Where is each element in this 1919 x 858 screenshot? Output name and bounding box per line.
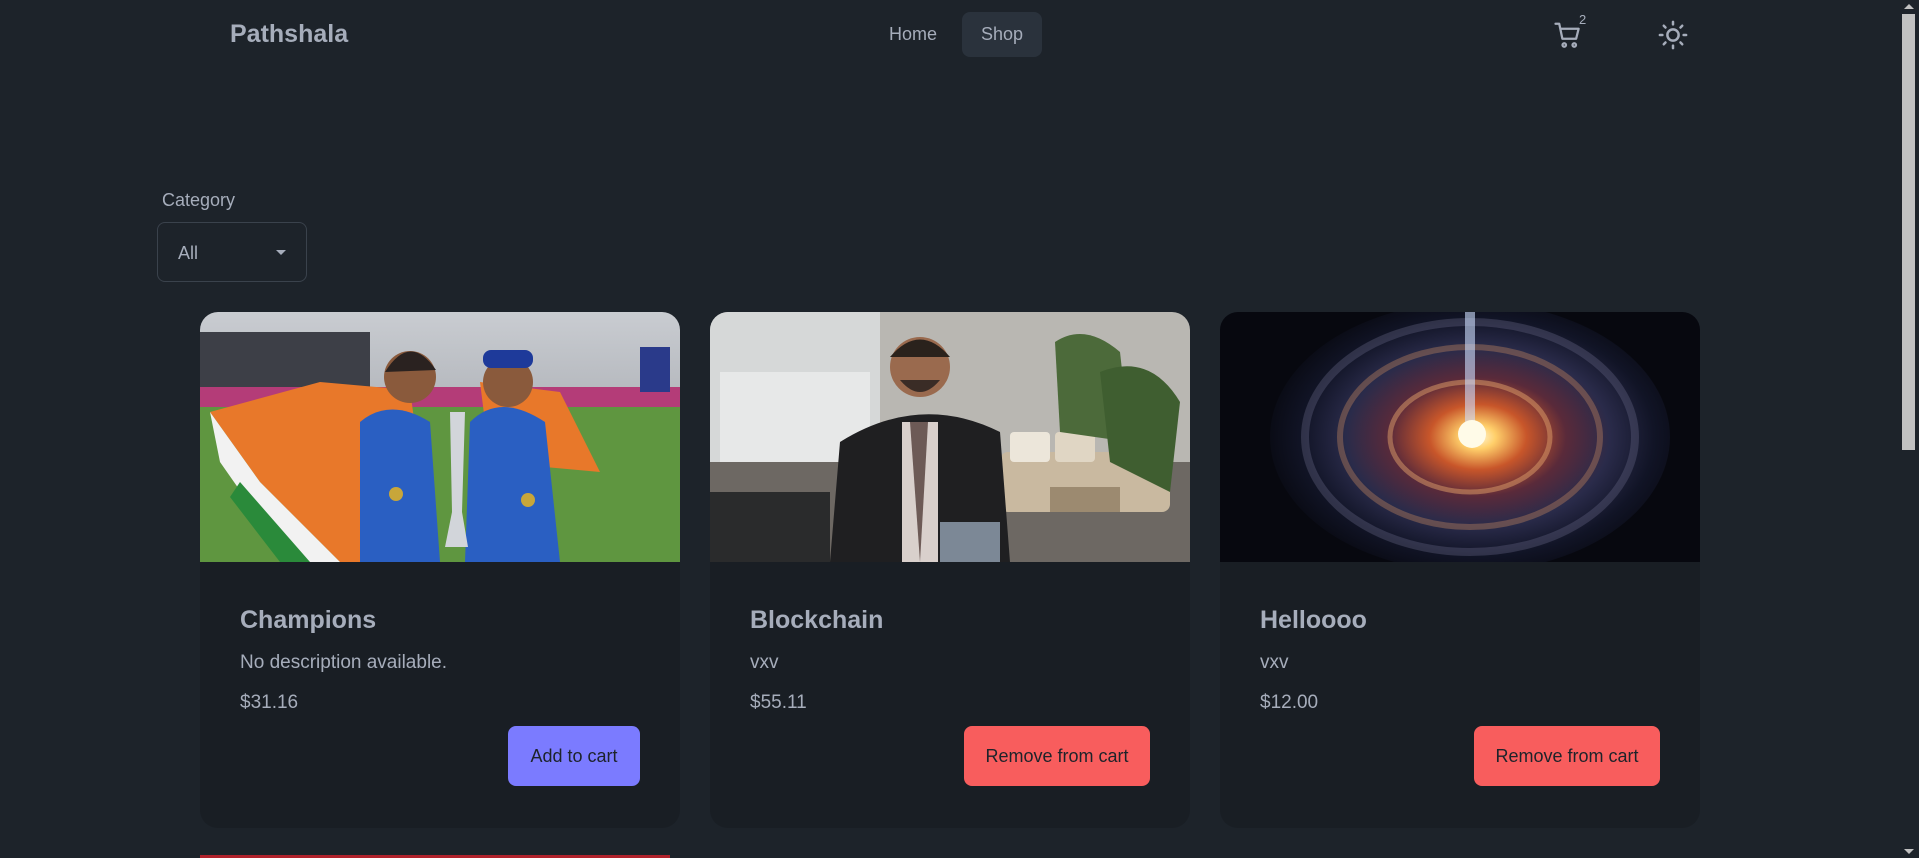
product-card: Champions No description available. $31.… xyxy=(200,312,680,828)
brand-logo[interactable]: Pathshala xyxy=(230,20,348,49)
product-title: Helloooo xyxy=(1260,606,1367,634)
remove-from-cart-button[interactable]: Remove from cart xyxy=(1474,726,1660,786)
product-description: vxv xyxy=(750,652,779,673)
product-title: Champions xyxy=(240,606,377,634)
product-image xyxy=(710,312,1190,562)
cosmic-vortex-image xyxy=(1220,312,1700,562)
page-scrollbar[interactable] xyxy=(1898,0,1919,858)
product-price: $31.16 xyxy=(240,692,299,713)
category-selected-value: All xyxy=(178,243,199,263)
product-card: Helloooo vxv $12.00 Remove from cart xyxy=(1220,312,1700,828)
cricket-champions-photo xyxy=(200,312,680,562)
theme-toggle-button[interactable] xyxy=(1658,20,1690,52)
category-select[interactable]: All xyxy=(157,222,307,282)
cart-button[interactable]: 2 xyxy=(1551,12,1591,56)
add-to-cart-button[interactable]: Add to cart xyxy=(508,726,640,786)
sun-icon xyxy=(1658,20,1688,50)
cart-count-badge: 2 xyxy=(1579,12,1587,27)
product-image xyxy=(1220,312,1700,562)
product-price: $55.11 xyxy=(750,692,807,713)
product-image xyxy=(200,312,680,562)
nav-link-home[interactable]: Home xyxy=(870,12,956,57)
man-in-blazer-photo xyxy=(710,312,1190,562)
product-card: Blockchain vxv $55.11 Remove from cart xyxy=(710,312,1190,828)
scroll-down-arrow-icon[interactable] xyxy=(1904,849,1914,854)
product-description: vxv xyxy=(1260,652,1289,673)
scrollbar-thumb[interactable] xyxy=(1902,14,1915,450)
category-label: Category xyxy=(162,190,236,210)
product-title: Blockchain xyxy=(750,606,884,634)
product-description: No description available. xyxy=(240,652,448,673)
navbar: Pathshala Home Shop 2 xyxy=(0,0,1898,70)
product-price: $12.00 xyxy=(1260,692,1319,713)
caret-down-icon xyxy=(276,250,286,255)
nav-link-shop[interactable]: Shop xyxy=(962,12,1043,57)
scroll-up-arrow-icon[interactable] xyxy=(1904,4,1914,9)
nav-links: Home Shop xyxy=(870,12,1043,57)
remove-from-cart-button[interactable]: Remove from cart xyxy=(964,726,1150,786)
